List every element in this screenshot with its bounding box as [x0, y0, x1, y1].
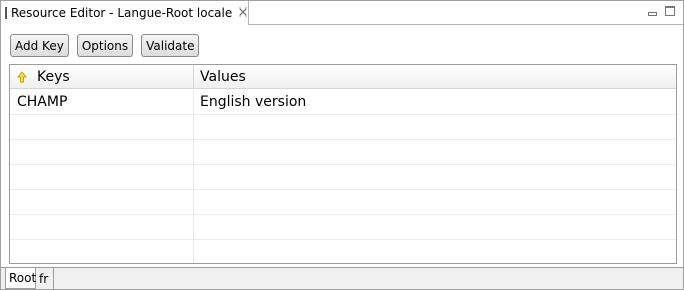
table-row[interactable]	[10, 115, 676, 140]
table-row[interactable]	[10, 190, 676, 215]
toolbar: Add Key Options Validate	[10, 34, 200, 57]
close-icon[interactable]	[238, 7, 248, 19]
key-cell[interactable]	[10, 215, 194, 239]
locale-tab-root[interactable]: Root	[5, 268, 36, 289]
key-cell[interactable]	[10, 190, 194, 214]
locale-tab-fr[interactable]: fr	[36, 268, 54, 289]
add-key-button[interactable]: Add Key	[10, 34, 69, 57]
key-cell[interactable]	[10, 115, 194, 139]
editor-tab[interactable]: i18n Resource Editor - Langue-Root local…	[1, 1, 249, 25]
value-cell[interactable]	[194, 115, 676, 139]
validate-button[interactable]: Validate	[141, 34, 200, 57]
value-cell[interactable]	[194, 140, 676, 164]
column-header-values[interactable]: Values	[194, 65, 676, 89]
options-button[interactable]: Options	[76, 34, 134, 57]
table-row[interactable]	[10, 215, 676, 240]
table-row[interactable]	[10, 165, 676, 190]
key-cell[interactable]: CHAMP	[10, 90, 194, 114]
i18n-icon: i18n	[5, 7, 7, 19]
table-row[interactable]	[10, 240, 676, 263]
value-cell[interactable]: English version	[194, 90, 676, 114]
sort-up-arrow-icon	[17, 71, 27, 83]
column-header-keys-label: Keys	[37, 69, 70, 85]
table-row[interactable]	[10, 140, 676, 165]
value-cell[interactable]	[194, 215, 676, 239]
value-cell[interactable]	[194, 190, 676, 214]
column-header-keys[interactable]: Keys	[10, 65, 194, 89]
locale-tabs: Root fr	[1, 267, 683, 289]
key-cell[interactable]	[10, 240, 194, 263]
value-cell[interactable]	[194, 240, 676, 263]
key-cell[interactable]	[10, 165, 194, 189]
maximize-icon[interactable]	[665, 6, 675, 16]
table-body: CHAMP English version	[10, 90, 676, 263]
minimize-icon[interactable]	[647, 6, 657, 16]
editor-tab-title: Resource Editor - Langue-Root locale	[11, 6, 233, 20]
key-cell[interactable]	[10, 140, 194, 164]
value-cell[interactable]	[194, 165, 676, 189]
keys-values-table: Keys Values CHAMP English version	[9, 64, 677, 264]
editor-tab-strip: i18n Resource Editor - Langue-Root local…	[1, 1, 683, 25]
resource-editor-window: i18n Resource Editor - Langue-Root local…	[0, 0, 684, 290]
column-header-values-label: Values	[200, 69, 246, 85]
table-row[interactable]: CHAMP English version	[10, 90, 676, 115]
window-controls	[647, 6, 675, 16]
table-header: Keys Values	[10, 65, 676, 89]
